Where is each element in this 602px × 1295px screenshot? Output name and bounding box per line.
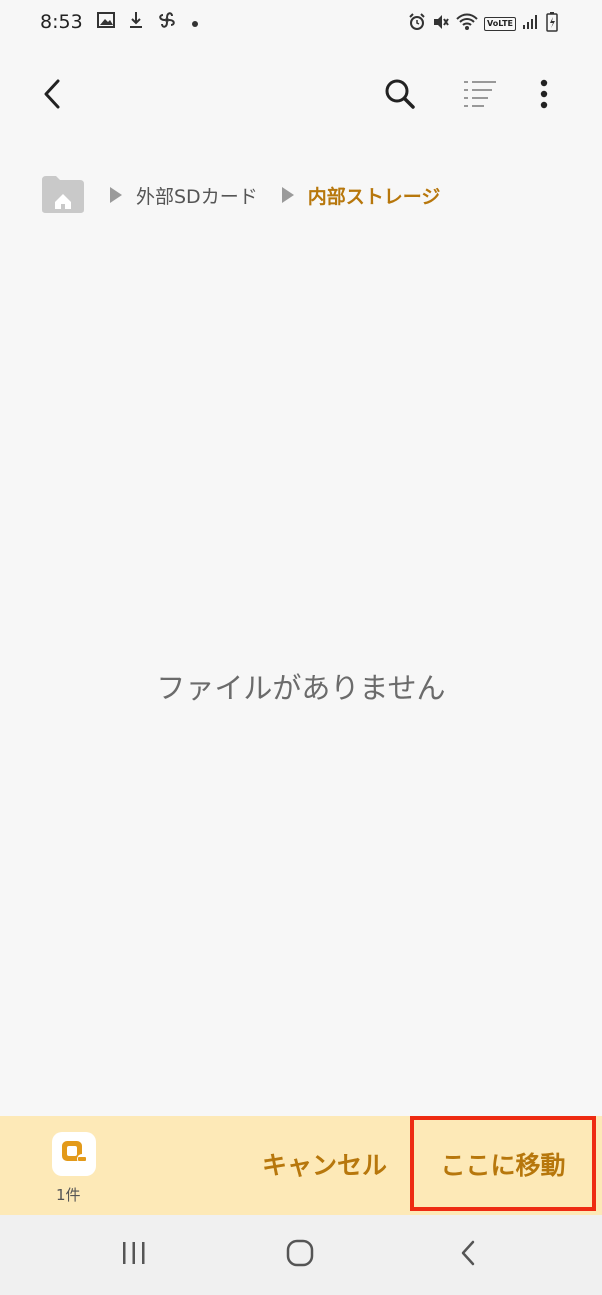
home-folder-icon[interactable] (40, 174, 86, 216)
nav-back-button[interactable] (438, 1235, 498, 1275)
status-left: 8:53 (40, 10, 199, 34)
breadcrumb-separator-icon (281, 187, 294, 203)
home-button[interactable] (270, 1235, 330, 1275)
breadcrumb-separator-icon (110, 187, 122, 203)
breadcrumb-item-internal-storage: 内部ストレージ (307, 185, 441, 208)
breadcrumb-item-sdcard[interactable]: 外部SDカード (136, 182, 258, 209)
status-bar: 8:53 VoLTE (0, 0, 602, 50)
recent-apps-button[interactable] (104, 1235, 164, 1275)
toolbar (0, 62, 602, 132)
wifi-icon (456, 13, 478, 35)
search-button[interactable] (376, 72, 424, 120)
list-view-button[interactable] (456, 72, 504, 120)
bottom-action-bar: 1件 キャンセル ここに移動 (0, 1116, 602, 1215)
mute-icon (432, 13, 450, 35)
breadcrumb: 外部SDカード 内部ストレージ (40, 174, 440, 216)
selected-items-button[interactable] (52, 1132, 96, 1176)
move-here-button[interactable]: ここに移動 (410, 1116, 596, 1211)
gallery-icon (96, 12, 115, 32)
more-vertical-icon (540, 79, 548, 113)
selected-file-icon (59, 1138, 89, 1170)
dot-icon (191, 13, 199, 32)
empty-message: ファイルがありません (156, 671, 446, 705)
list-view-icon (463, 79, 497, 113)
search-icon (384, 78, 416, 114)
home-circle-icon (285, 1238, 315, 1272)
back-button[interactable] (28, 72, 76, 120)
system-nav-bar (0, 1215, 602, 1295)
cancel-button[interactable]: キャンセル (262, 1146, 387, 1182)
volte-icon: VoLTE (484, 17, 516, 31)
chevron-left-icon (42, 78, 62, 114)
recent-apps-icon (121, 1241, 147, 1269)
status-time: 8:53 (40, 11, 83, 33)
alarm-icon (408, 13, 426, 35)
selected-count: 1件 (56, 1186, 81, 1204)
battery-icon (546, 12, 558, 36)
more-options-button[interactable] (520, 72, 568, 120)
back-chevron-icon (459, 1239, 477, 1271)
signal-icon (522, 14, 540, 34)
download-icon (129, 11, 143, 33)
status-right: VoLTE (408, 12, 558, 36)
pinwheel-icon (157, 10, 177, 34)
